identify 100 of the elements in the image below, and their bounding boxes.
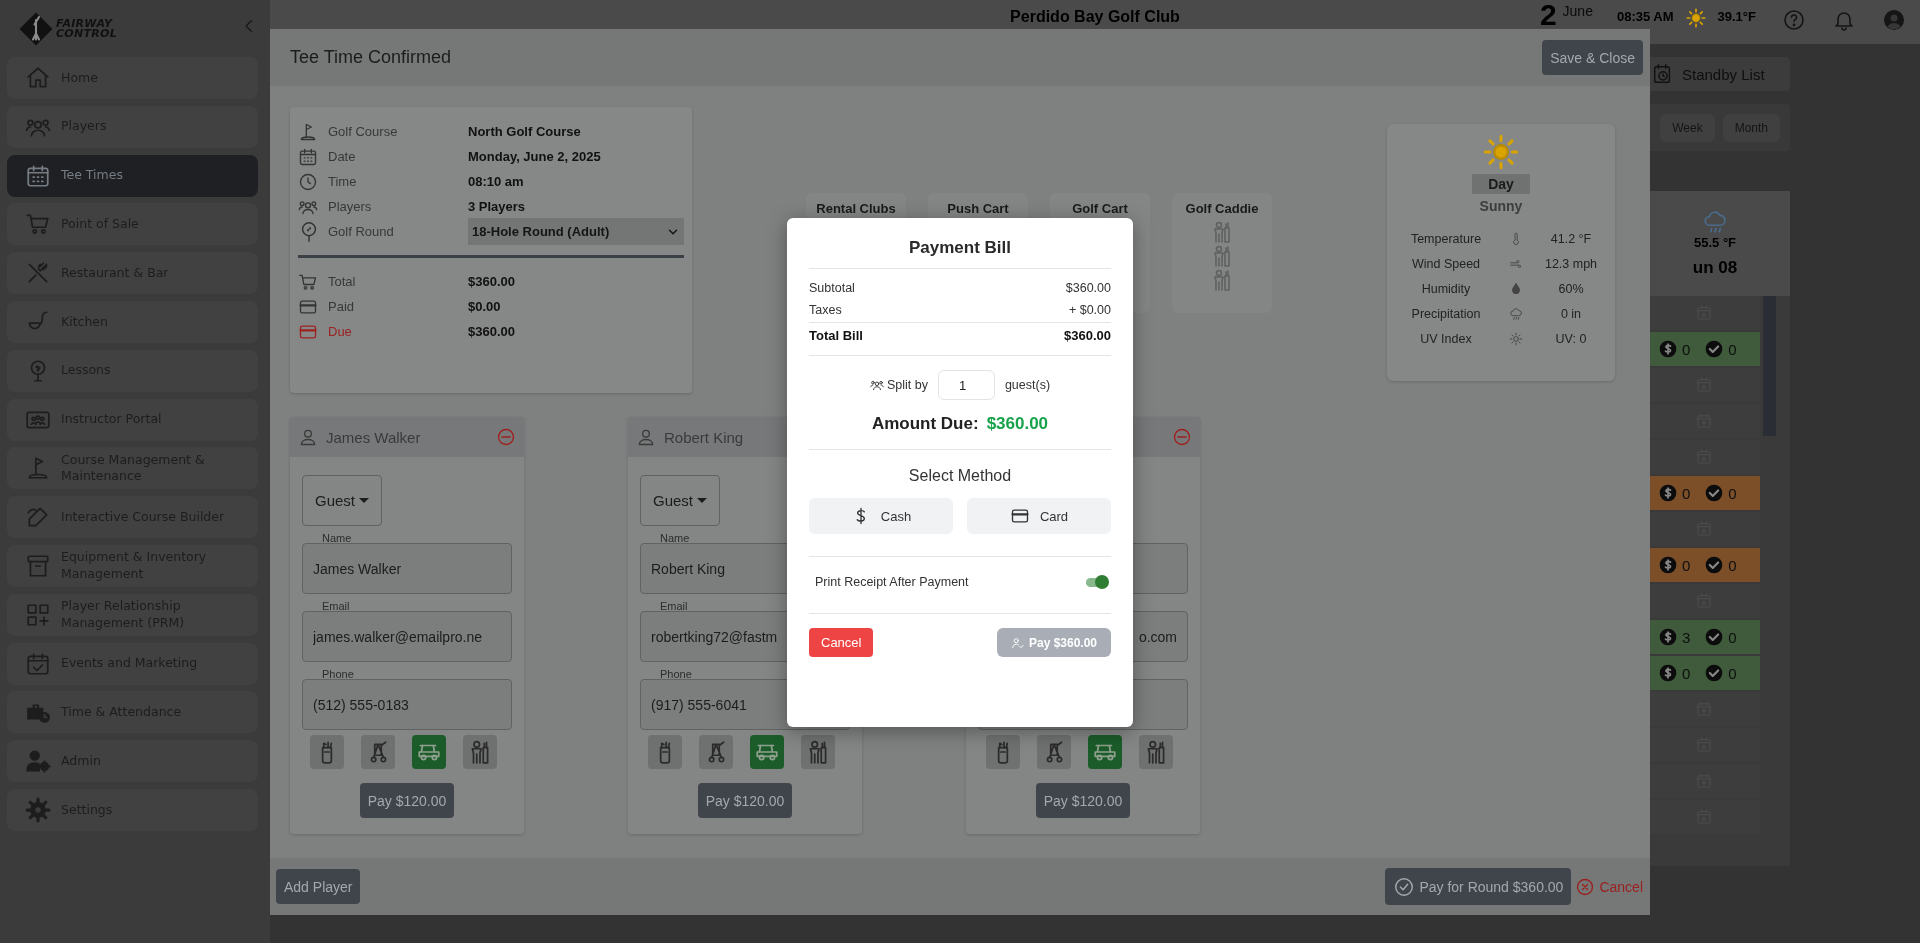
phone-field[interactable]: (512) 555-0183 <box>302 679 512 730</box>
email-field[interactable]: james.walker@emailpro.ne <box>302 611 512 662</box>
weather-value: UV: 0 <box>1555 331 1587 346</box>
payment-method-button[interactable]: Cash <box>809 498 953 534</box>
detail-value: 3 Players <box>468 199 527 214</box>
weather-condition: Sunny <box>1479 198 1523 214</box>
equipment-toggle[interactable] <box>412 735 446 769</box>
paid-count: 0 <box>1682 664 1691 682</box>
minus-circle-icon[interactable] <box>496 427 516 447</box>
receipt-toggle[interactable] <box>1086 577 1107 587</box>
settings-icon <box>25 796 51 823</box>
detail-value: $0.00 <box>468 299 502 314</box>
cancel-button[interactable]: Cancel <box>1575 876 1643 897</box>
equipment-toggle[interactable] <box>986 735 1020 769</box>
date-month: June <box>1562 2 1593 19</box>
dialog-title: Tee Time Confirmed <box>290 47 452 68</box>
booking-slot[interactable]: 0 0 <box>1648 332 1760 366</box>
split-label: Split by <box>886 378 928 392</box>
detail-label: Players <box>328 199 373 214</box>
clock-icon <box>298 171 318 192</box>
weather-label: Temperature <box>1410 231 1482 246</box>
field-label: Phone <box>322 668 354 680</box>
calendar-icon <box>25 162 51 189</box>
checked-in-count: 0 <box>1728 484 1737 502</box>
total-amount: $360.00 <box>1064 328 1111 343</box>
detail-label: Total <box>328 274 357 289</box>
minus-circle-icon[interactable] <box>1172 427 1192 447</box>
player-type-dropdown[interactable]: Guest <box>302 475 383 526</box>
detail-label: Golf Round <box>328 224 395 239</box>
user-check-icon <box>1010 635 1025 650</box>
user-icon <box>636 427 656 447</box>
sun-icon <box>1685 8 1706 28</box>
equipment-toggle[interactable] <box>310 735 344 769</box>
calendar-check-icon <box>25 650 51 677</box>
checked-in-count: 0 <box>1728 340 1737 358</box>
booking-slot[interactable]: 0 0 <box>1648 548 1760 582</box>
equipment-toggle[interactable] <box>1037 735 1071 769</box>
equipment-toggle[interactable] <box>750 735 784 769</box>
equipment-toggle[interactable] <box>1088 735 1122 769</box>
detail-label: Paid <box>328 299 356 314</box>
equipment-toggle[interactable] <box>801 735 835 769</box>
add-player-button[interactable]: Add Player <box>276 869 361 904</box>
current-time: 08:35 AM <box>1616 8 1674 24</box>
weather-label: Wind Speed <box>1411 256 1481 271</box>
close-circle-icon <box>1575 876 1596 897</box>
scrollbar-thumb[interactable] <box>1763 296 1776 436</box>
booking-slot[interactable]: 0 0 <box>1648 656 1760 690</box>
weather-label: UV Index <box>1420 331 1472 346</box>
detail-value: $360.00 <box>468 274 516 289</box>
bill-label: Subtotal <box>809 280 855 297</box>
user-icon <box>298 427 318 447</box>
user-circle-icon[interactable] <box>1882 8 1906 32</box>
golf-round-select[interactable]: 18-Hole Round (Adult) <box>468 218 684 245</box>
pay-for-round-button[interactable]: Pay for Round $360.00 <box>1385 868 1572 905</box>
weather-value: 41.2 °F <box>1550 231 1592 246</box>
dollar-circle-icon <box>1658 627 1678 647</box>
save-close-button[interactable]: Save & Close <box>1542 40 1643 75</box>
name-field[interactable]: James Walker <box>302 543 512 594</box>
pay-player-button[interactable]: Pay $120.00 <box>1035 783 1131 818</box>
caret-down-icon <box>359 498 370 503</box>
cancel-button[interactable]: Cancel <box>809 628 874 657</box>
equipment-toggle[interactable] <box>648 735 682 769</box>
equipment-toggle[interactable] <box>463 735 497 769</box>
check-circle-icon <box>1704 627 1725 647</box>
bill-amount: $360.00 <box>1065 280 1111 297</box>
help-icon[interactable] <box>1782 8 1806 32</box>
caret-down-icon <box>697 498 708 503</box>
sidebar-item[interactable]: Tee Times <box>7 154 258 197</box>
check-circle-icon <box>1704 555 1725 575</box>
equipment-toggle[interactable] <box>1139 735 1173 769</box>
cloud-rain-icon <box>1509 306 1523 321</box>
house-icon <box>25 65 51 91</box>
club-name: Perdido Bay Golf Club <box>1010 7 1180 26</box>
equipment-toggle[interactable] <box>699 735 733 769</box>
current-temperature: 39.1°F <box>1717 8 1756 24</box>
detail-value: North Golf Course <box>468 124 582 139</box>
booking-slot[interactable]: 3 0 <box>1648 620 1760 654</box>
payment-method-button[interactable]: Card <box>967 498 1111 534</box>
checked-in-count: 0 <box>1728 628 1737 646</box>
detail-label: Due <box>328 324 353 339</box>
detail-value: Monday, June 2, 2025 <box>468 149 602 164</box>
detail-value: 08:10 am <box>468 174 525 189</box>
pay-player-button[interactable]: Pay $120.00 <box>697 783 793 818</box>
pay-player-button[interactable]: Pay $120.00 <box>359 783 455 818</box>
split-count-field[interactable]: 1 <box>937 370 995 400</box>
detail-label: Time <box>328 174 358 189</box>
checked-in-count: 0 <box>1728 664 1737 682</box>
player-type-dropdown[interactable]: Guest <box>640 475 721 526</box>
flag-icon <box>298 121 318 142</box>
detail-label: Golf Course <box>328 124 399 139</box>
check-circle-icon <box>1393 875 1416 898</box>
equipment-toggle[interactable] <box>361 735 395 769</box>
dialog-title: Payment Bill <box>809 218 1111 269</box>
weather-value: 0 in <box>1560 306 1582 321</box>
sun-icon <box>1509 331 1523 346</box>
player-name: James Walker <box>326 428 421 446</box>
equipment-label: Push Cart <box>947 201 1009 216</box>
amount-due-value: $360.00 <box>986 414 1049 434</box>
booking-slot[interactable]: 0 0 <box>1648 476 1760 510</box>
split-unit: guest(s) <box>1004 378 1051 392</box>
